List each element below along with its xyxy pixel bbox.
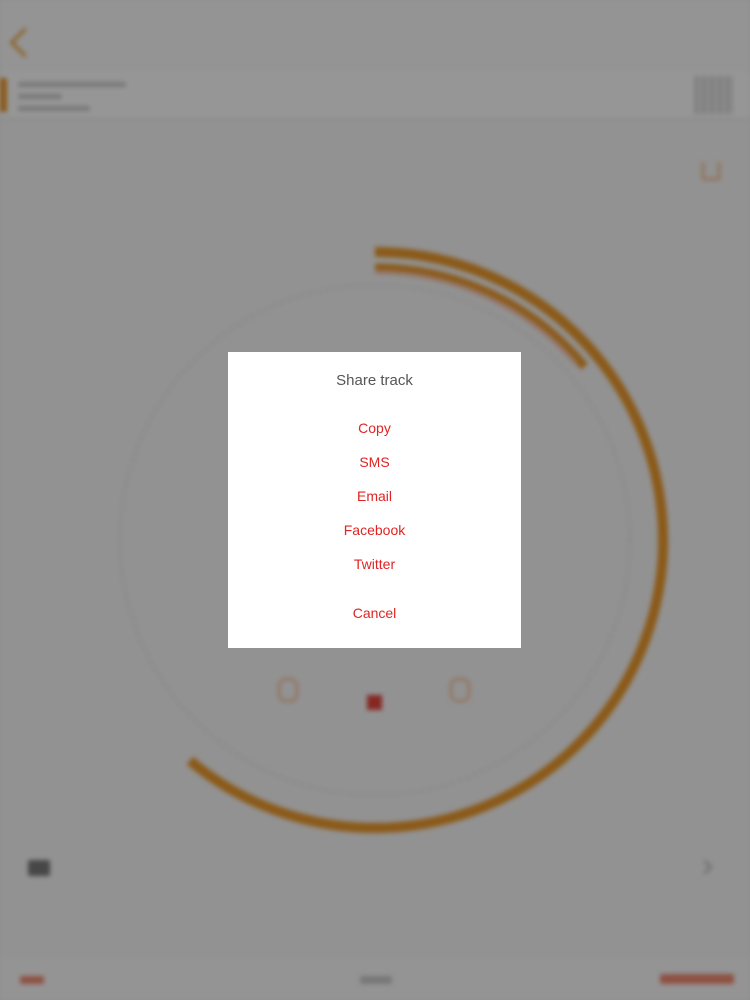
copy-option[interactable]: Copy	[228, 413, 521, 443]
cancel-button[interactable]: Cancel	[228, 598, 521, 628]
facebook-option[interactable]: Facebook	[228, 515, 521, 545]
email-option[interactable]: Email	[228, 481, 521, 511]
twitter-option[interactable]: Twitter	[228, 549, 521, 579]
dialog-title: Share track	[336, 372, 413, 389]
sms-option[interactable]: SMS	[228, 447, 521, 477]
share-track-dialog: Share track Copy SMS Email Facebook Twit…	[228, 352, 521, 648]
